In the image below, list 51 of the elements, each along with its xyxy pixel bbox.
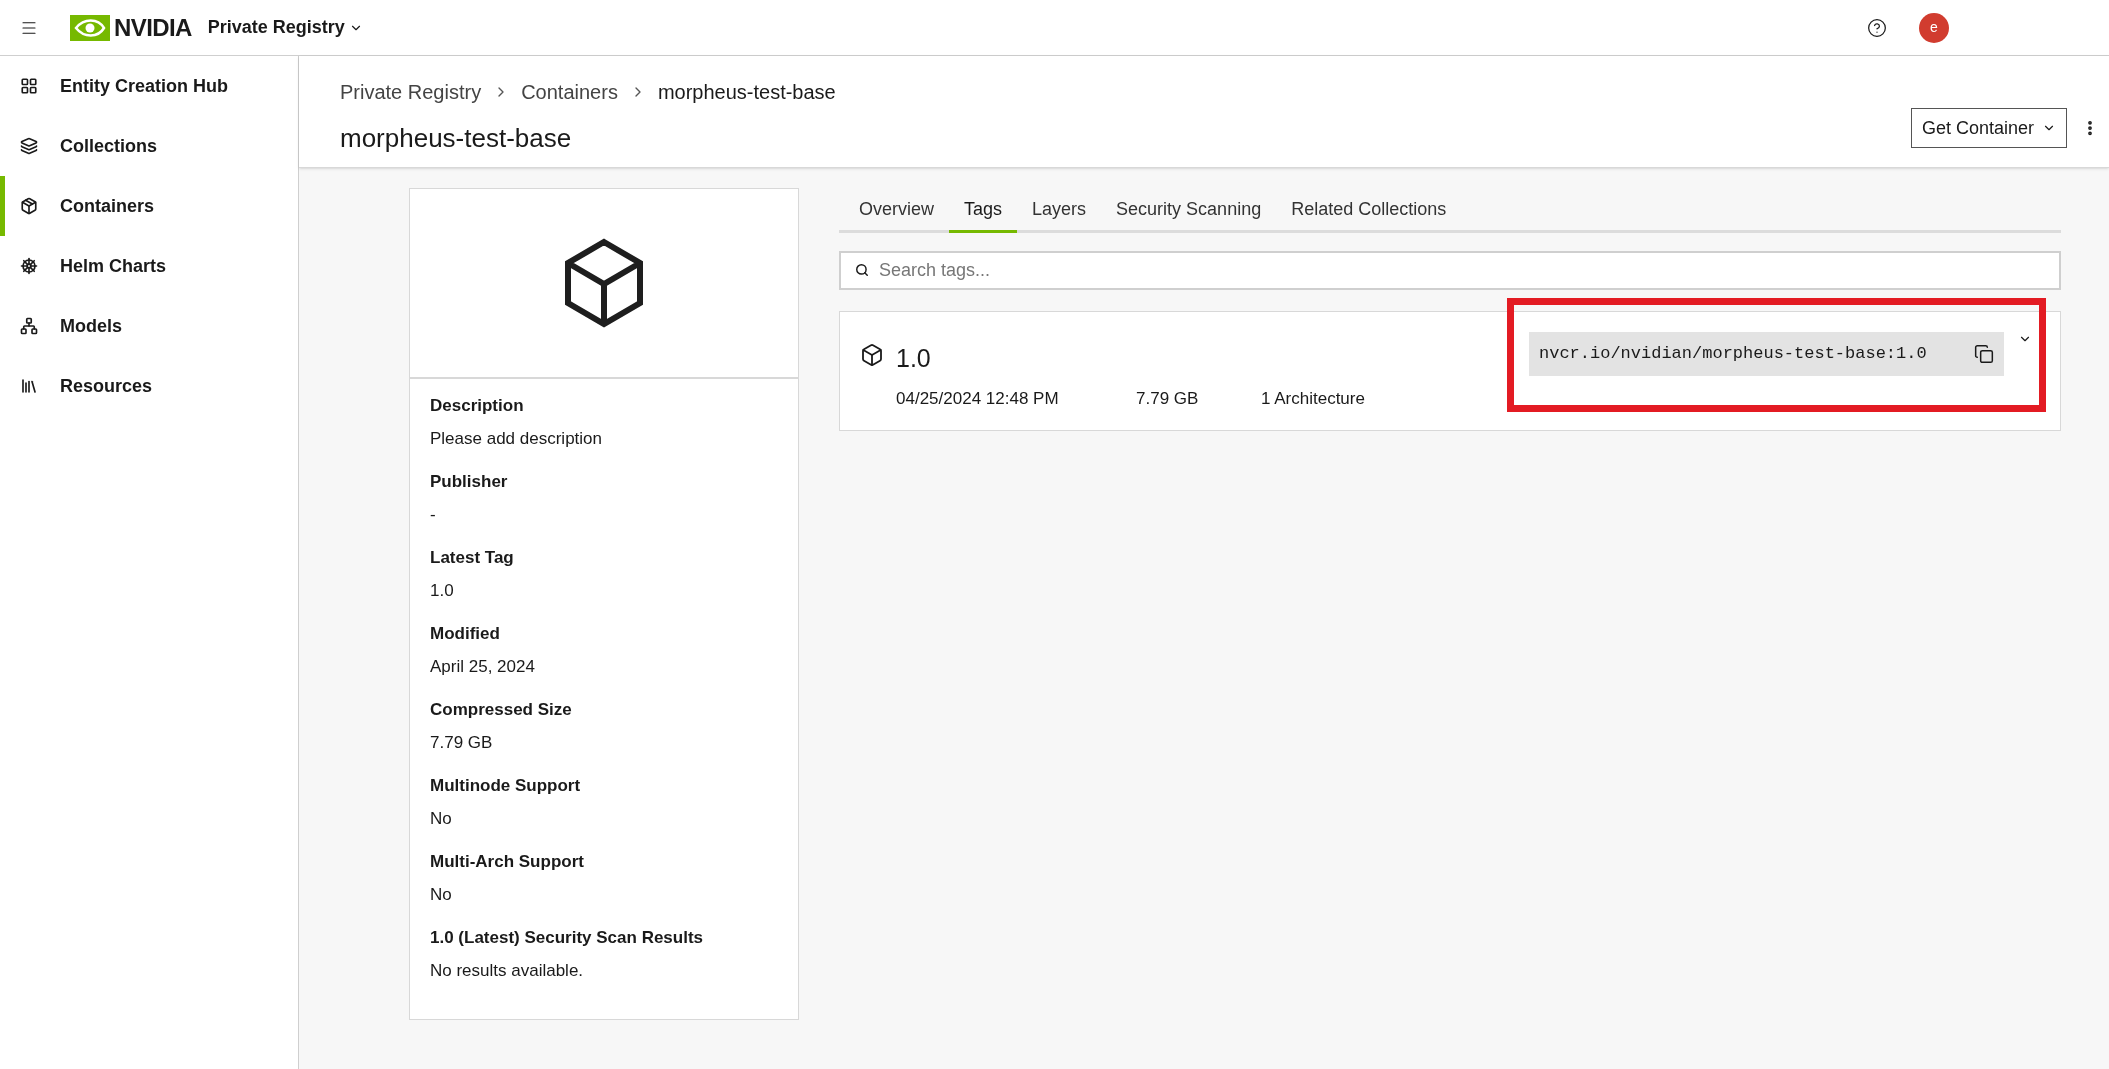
sidebar-item-icon: [20, 377, 38, 395]
detail-value: 1.0: [430, 580, 455, 602]
help-icon[interactable]: [1867, 17, 1887, 38]
detail-value: April 25, 2024: [430, 656, 536, 678]
tab[interactable]: Tags: [949, 188, 1018, 233]
sidebar-item-icon: [20, 197, 38, 215]
detail-value: No: [430, 884, 453, 906]
cube-icon: [860, 342, 884, 367]
sidebar-item[interactable]: Collections: [0, 116, 298, 176]
detail-label: Modified: [430, 623, 501, 645]
detail-label: Multinode Support: [430, 775, 582, 797]
detail-value: Please add description: [430, 428, 603, 450]
page-title: morpheus-test-base: [340, 122, 573, 155]
detail-value: No results available.: [430, 960, 585, 982]
detail-label: Description: [430, 395, 525, 417]
sidebar-item[interactable]: Entity Creation Hub: [0, 56, 298, 116]
get-container-button[interactable]: Get Container: [1910, 108, 2067, 148]
detail-value: -: [430, 504, 437, 526]
sidebar-item[interactable]: Helm Charts: [0, 236, 298, 296]
tab[interactable]: Layers: [1017, 188, 1102, 233]
detail-label: Latest Tag: [430, 547, 515, 569]
search-field[interactable]: Search tags...: [839, 251, 2061, 290]
sidebar-item[interactable]: Models: [0, 296, 298, 356]
sidebar-item[interactable]: Resources: [0, 356, 298, 416]
detail-value: No: [430, 808, 453, 830]
sidebar-item-icon: [20, 257, 38, 275]
breadcrumb-link[interactable]: Containers: [521, 77, 618, 107]
sidebar-item-icon: [20, 77, 38, 95]
detail-label: 1.0 (Latest) Security Scan Results: [430, 927, 705, 949]
brand-wordmark: NVIDIA: [114, 12, 192, 43]
tab[interactable]: Security Scanning: [1101, 188, 1277, 233]
tag-date: 04/25/2024 12:48 PM: [896, 387, 1060, 410]
eye-logo-icon: [70, 14, 110, 41]
detail-label: Compressed Size: [430, 699, 573, 721]
tab[interactable]: Related Collections: [1276, 188, 1462, 233]
product-dropdown[interactable]: Private Registry: [207, 14, 363, 41]
tag-name: 1.0: [896, 343, 931, 374]
sidebar-item-icon: [20, 137, 38, 155]
tab[interactable]: Overview: [844, 188, 949, 233]
sidebar-item-icon: [20, 317, 38, 335]
detail-value: 7.79 GB: [430, 732, 494, 754]
copy-icon[interactable]: [1974, 344, 1994, 364]
user-avatar[interactable]: e: [1919, 12, 1949, 43]
search-icon: [855, 263, 869, 277]
detail-label: Publisher: [430, 471, 509, 493]
breadcrumb-link[interactable]: Private Registry: [340, 77, 482, 107]
tag-architectures: 1 Architecture: [1261, 387, 1365, 410]
tag-size: 7.79 GB: [1136, 387, 1200, 410]
detail-label: Multi-Arch Support: [430, 851, 585, 873]
pull-command-field: nvcr.io/nvidian/morpheus-test-base:1.0: [1529, 332, 2004, 376]
cube-icon: [564, 238, 644, 328]
